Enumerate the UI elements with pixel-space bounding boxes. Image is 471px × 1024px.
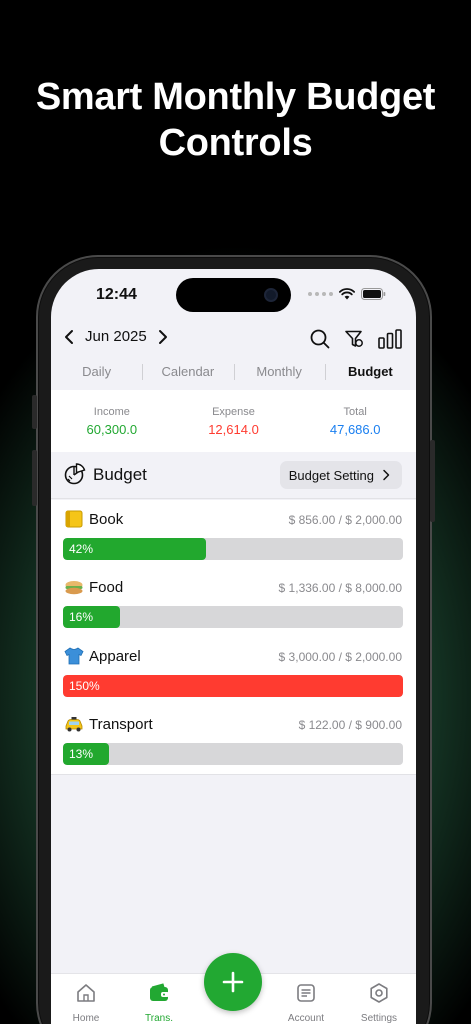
budget-item-amount: $ 856.00 / $ 2,000.00 xyxy=(288,513,402,527)
month-label[interactable]: Jun 2025 xyxy=(85,328,147,345)
income-summary: Income 60,300.0 xyxy=(51,406,173,452)
shirt-icon xyxy=(64,647,84,665)
phone-button xyxy=(430,440,435,522)
pie-chart-icon xyxy=(64,463,86,485)
budget-percent: 13% xyxy=(69,747,94,761)
filter-icon[interactable] xyxy=(344,329,364,349)
account-icon xyxy=(297,984,315,1002)
search-icon[interactable] xyxy=(310,329,330,349)
budget-setting-button[interactable]: Budget Setting xyxy=(279,461,402,489)
tab-monthly[interactable]: Monthly xyxy=(233,360,325,384)
nav-actions xyxy=(310,329,402,349)
phone-button xyxy=(32,450,37,506)
budget-item-name: Book xyxy=(89,511,124,528)
total-label: Total xyxy=(343,406,367,418)
tab-budget[interactable]: Budget xyxy=(324,360,416,384)
budget-header: Budget Budget Setting xyxy=(51,452,416,499)
settings-icon xyxy=(370,983,388,1003)
wallet-icon xyxy=(150,983,169,1001)
total-value: 47,686.0 xyxy=(329,422,381,437)
phone-button xyxy=(32,395,37,429)
tabbar-home[interactable]: Home xyxy=(54,982,118,1024)
tabbar-settings[interactable]: Settings xyxy=(347,982,411,1024)
chevron-left-icon[interactable] xyxy=(63,329,75,345)
plus-icon xyxy=(222,971,244,993)
expense-value: 12,614.0 xyxy=(208,422,259,437)
month-nav-bar: Jun 2025 xyxy=(51,326,416,356)
budget-item-amount: $ 122.00 / $ 900.00 xyxy=(298,718,402,732)
budget-item-transport[interactable]: Transport $ 122.00 / $ 900.00 13% xyxy=(51,705,416,773)
app-screen: 12:44 Jun 2025 Daily Calendar Monthly Bu… xyxy=(51,269,416,1024)
chevron-right-icon[interactable] xyxy=(157,329,169,345)
income-label: Income xyxy=(93,406,130,418)
budget-percent: 150% xyxy=(69,679,100,693)
expense-label: Expense xyxy=(212,406,255,418)
summary-panel: Income 60,300.0 Expense 12,614.0 Total 4… xyxy=(51,390,416,452)
battery-icon xyxy=(361,288,386,300)
tabbar-trans[interactable]: Trans. xyxy=(127,982,191,1024)
expense-summary: Expense 12,614.0 xyxy=(173,406,295,452)
stats-icon[interactable] xyxy=(378,329,402,349)
budget-item-book[interactable]: Book $ 856.00 / $ 2,000.00 42% xyxy=(51,500,416,568)
budget-list: Book $ 856.00 / $ 2,000.00 42% Food $ 1,… xyxy=(51,500,416,775)
budget-progress-bar: 42% xyxy=(63,538,403,560)
status-indicators xyxy=(308,288,386,300)
budget-item-apparel[interactable]: Apparel $ 3,000.00 / $ 2,000.00 150% xyxy=(51,637,416,705)
food-icon xyxy=(65,581,83,595)
tabbar-settings-label: Settings xyxy=(360,1013,398,1024)
tab-calendar[interactable]: Calendar xyxy=(142,360,233,384)
budget-progress-bar: 150% xyxy=(63,675,403,697)
add-transaction-button[interactable] xyxy=(204,953,262,1011)
tabbar-account[interactable]: Account xyxy=(274,982,338,1024)
budget-item-name: Food xyxy=(89,579,124,596)
budget-title: Budget xyxy=(93,465,147,484)
budget-progress-bar: 13% xyxy=(63,743,403,765)
budget-item-name: Transport xyxy=(89,716,153,733)
month-selector: Jun 2025 xyxy=(63,328,169,345)
taxi-icon xyxy=(65,717,83,732)
home-icon xyxy=(77,984,95,1002)
signal-icon xyxy=(308,292,333,296)
status-time: 12:44 xyxy=(96,286,137,303)
budget-setting-label: Budget Setting xyxy=(288,467,374,483)
budget-item-name: Apparel xyxy=(89,648,141,665)
income-value: 60,300.0 xyxy=(86,422,138,437)
notebook-icon xyxy=(65,510,83,528)
total-summary: Total 47,686.0 xyxy=(294,406,416,452)
budget-item-amount: $ 1,336.00 / $ 8,000.00 xyxy=(278,581,402,595)
dynamic-island xyxy=(176,278,291,312)
hero-title: Smart Monthly Budget Controls xyxy=(0,74,471,166)
budget-item-food[interactable]: Food $ 1,336.00 / $ 8,000.00 16% xyxy=(51,568,416,636)
wifi-icon xyxy=(339,288,355,300)
chevron-right-icon xyxy=(383,469,390,481)
hero-title-line1: Smart Monthly Budget xyxy=(35,76,436,118)
budget-percent: 42% xyxy=(69,542,94,556)
budget-item-amount: $ 3,000.00 / $ 2,000.00 xyxy=(278,650,402,664)
budget-progress-bar: 16% xyxy=(63,606,403,628)
camera-icon xyxy=(264,288,278,302)
hero-title-line2: Controls xyxy=(158,122,313,164)
tabbar-trans-label: Trans. xyxy=(145,1013,173,1024)
tab-daily[interactable]: Daily xyxy=(51,360,142,384)
view-tabs: Daily Calendar Monthly Budget xyxy=(51,360,416,384)
budget-progress-fill xyxy=(63,675,403,697)
budget-percent: 16% xyxy=(69,610,94,624)
tabbar-home-label: Home xyxy=(72,1013,100,1024)
tabbar-account-label: Account xyxy=(287,1013,325,1024)
